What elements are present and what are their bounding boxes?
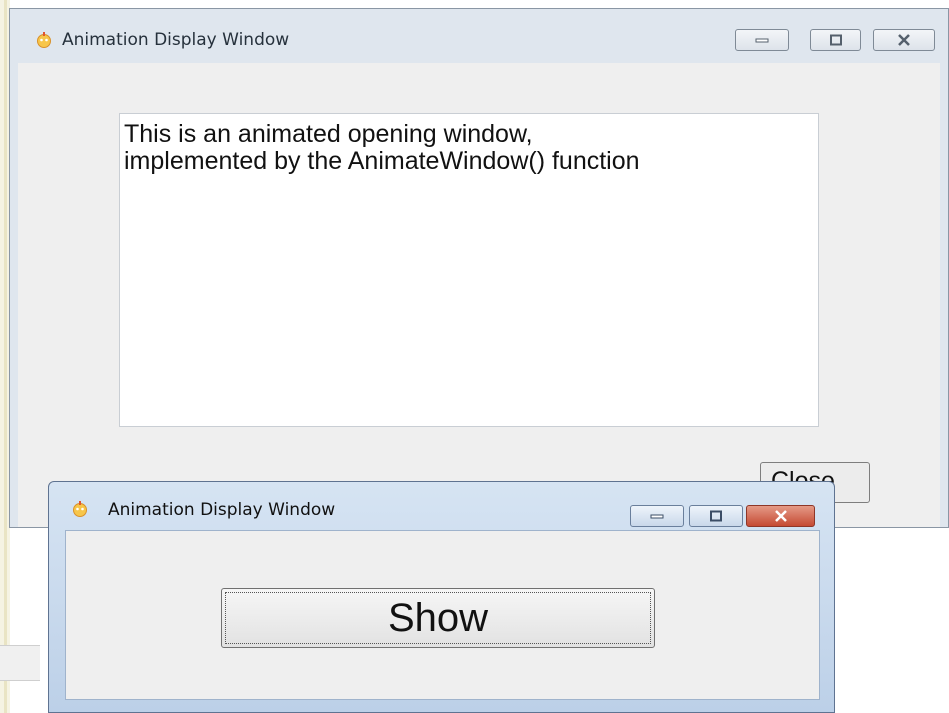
back-maximize-button[interactable] [810, 29, 861, 51]
desktop-strip [0, 645, 40, 681]
back-window-title: Animation Display Window [62, 30, 290, 50]
show-button[interactable]: Show [221, 588, 655, 648]
back-close-window-button[interactable] [873, 29, 935, 51]
close-icon [898, 34, 910, 46]
back-window-titlebar[interactable]: Animation Display Window [10, 9, 948, 65]
message-textbox[interactable]: This is an animated opening window, impl… [119, 113, 819, 427]
front-window-client-area: Show [65, 530, 820, 700]
front-window-title: Animation Display Window [108, 500, 336, 520]
front-maximize-button[interactable] [689, 505, 743, 527]
back-window: Animation Display Window This is an anim… [9, 8, 949, 528]
close-icon [774, 510, 787, 522]
minimize-icon [650, 514, 664, 519]
back-window-client-area: This is an animated opening window, impl… [18, 63, 940, 527]
maximize-icon [710, 510, 722, 522]
front-minimize-button[interactable] [630, 505, 684, 527]
maximize-icon [829, 34, 842, 46]
back-minimize-button[interactable] [735, 29, 789, 51]
message-line-1: This is an animated opening window, [124, 120, 533, 148]
front-window: Animation Display Window Show [48, 481, 835, 713]
front-close-window-button[interactable] [746, 505, 815, 527]
app-icon [73, 501, 87, 517]
minimize-icon [755, 38, 769, 43]
app-icon [37, 32, 51, 48]
message-line-2: implemented by the AnimateWindow() funct… [124, 147, 640, 175]
